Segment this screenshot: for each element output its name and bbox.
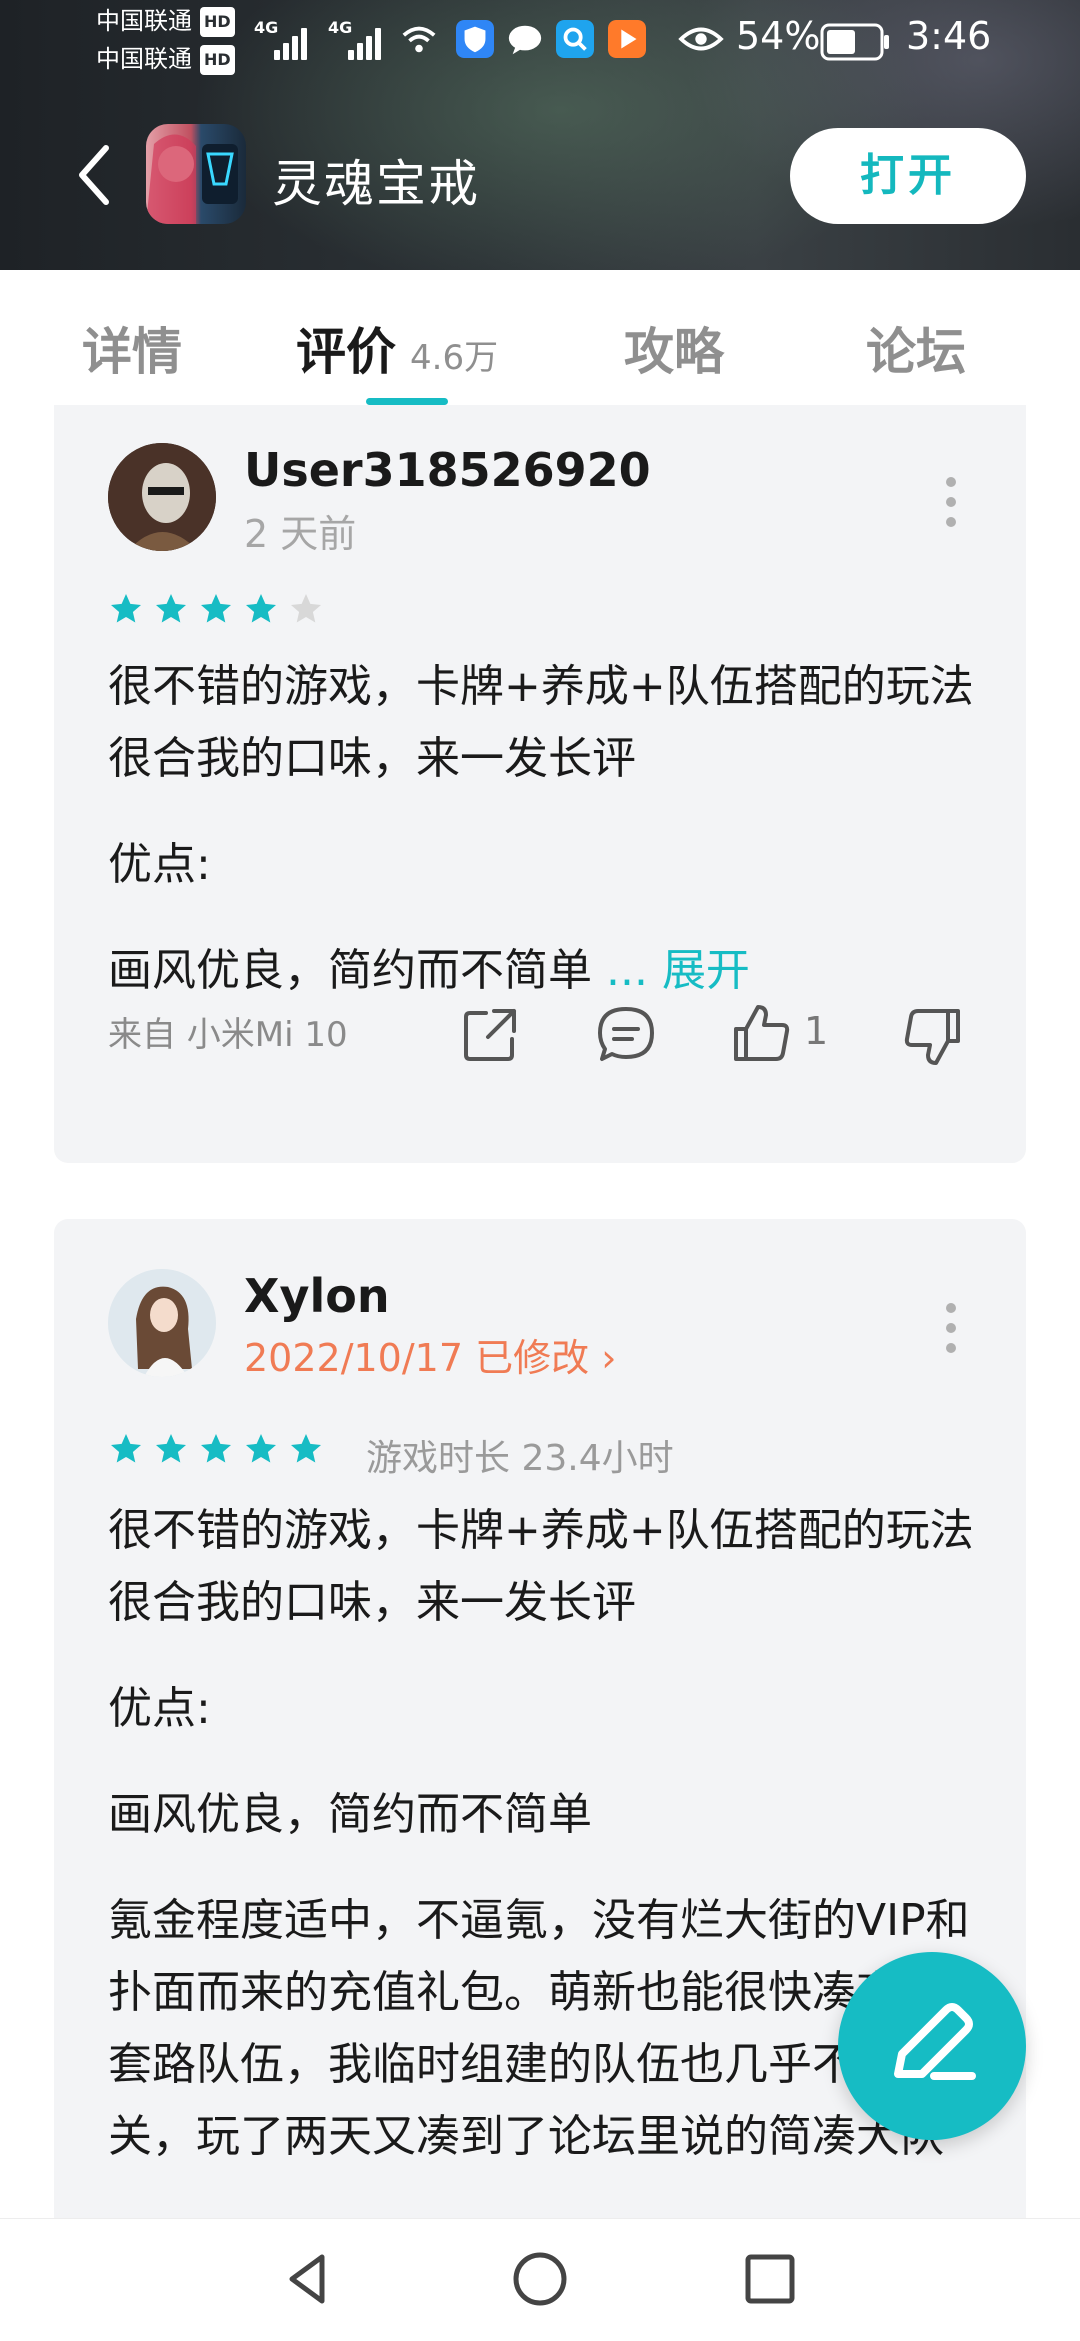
clock: 3:46 (906, 14, 992, 58)
share-icon[interactable] (458, 1003, 522, 1067)
review-paragraph: 优点: (108, 839, 211, 890)
app-icon (146, 124, 246, 224)
star-filled-icon (246, 594, 276, 623)
edit-pen-icon (894, 2003, 976, 2080)
comment-icon[interactable] (594, 1003, 658, 1067)
app-title: 灵魂宝戒 (272, 155, 480, 213)
star-filled-icon (201, 594, 231, 623)
review-date: 2 天前 (244, 512, 357, 556)
playtime: 游戏时长 23.4小时 (366, 1438, 674, 1479)
star-filled-icon (156, 1434, 186, 1463)
home-circle-icon[interactable] (508, 2247, 572, 2311)
review-paragraph: 很不错的游戏，卡牌+养成+队伍搭配的玩法很合我的口味，来一发长评 (108, 661, 974, 784)
star-filled-icon (201, 1434, 231, 1463)
app-header: 中国联通 HD 中国联通 HD 4G 4G 54% 3:46 灵魂宝戒 打开 (0, 0, 1080, 270)
review-count: 4.6万 (410, 338, 499, 378)
review-username[interactable]: User318526920 (244, 443, 651, 497)
status-bar: 中国联通 HD 中国联通 HD 4G 4G 54% 3:46 (96, 6, 992, 75)
search-app-icon (556, 20, 594, 58)
tab-bar: 详情 评价 4.6万 攻略 论坛 (0, 270, 1080, 405)
star-filled-icon (246, 1434, 276, 1463)
back-arrow-icon[interactable] (70, 140, 120, 210)
star-filled-icon (111, 594, 141, 623)
chat-icon (508, 25, 542, 55)
review-paragraph: 很不错的游戏，卡牌+养成+队伍搭配的玩法很合我的口味，来一发长评 (108, 1505, 974, 1628)
expand-link[interactable]: 展开 (662, 945, 750, 996)
review-paragraph: 优点: (108, 1683, 211, 1734)
review-username[interactable]: Xylon (244, 1269, 390, 1323)
tab-guides[interactable]: 攻略 (624, 312, 724, 384)
open-app-button[interactable]: 打开 (790, 128, 1026, 224)
review-paragraph: 画风优良，简约而不简单 (108, 945, 592, 996)
eye-icon (678, 27, 724, 51)
rating-stars (108, 1431, 333, 1471)
expand-ellipsis: ... (592, 945, 662, 996)
video-app-icon (608, 20, 646, 58)
thumbs-down-icon[interactable] (900, 1005, 964, 1069)
chevron-right-icon: › (601, 1336, 617, 1380)
system-nav-bar (0, 2218, 1080, 2341)
like-count: 1 (804, 1009, 829, 1053)
more-options-icon[interactable] (946, 1303, 956, 1353)
write-review-button[interactable] (838, 1952, 1026, 2140)
review-card: User318526920 2 天前 很不错的游戏，卡牌+养成+队伍搭配的玩法很… (54, 405, 1026, 1163)
tab-details[interactable]: 详情 (82, 312, 182, 384)
carrier-2: 中国联通 HD (96, 44, 235, 75)
thumbs-up-icon[interactable] (730, 1001, 794, 1065)
review-body[interactable]: 很不错的游戏，卡牌+养成+队伍搭配的玩法很合我的口味，来一发长评 优点: 画风优… (108, 651, 988, 1007)
battery-icon (820, 23, 889, 61)
star-empty-icon (291, 594, 321, 623)
avatar[interactable] (108, 443, 216, 551)
avatar[interactable] (108, 1269, 216, 1377)
star-filled-icon (156, 594, 186, 623)
tab-forum[interactable]: 论坛 (866, 312, 966, 384)
rating-stars (108, 591, 333, 631)
device-info: 来自 小米Mi 10 (108, 1015, 348, 1055)
more-options-icon[interactable] (946, 477, 956, 527)
back-triangle-icon[interactable] (278, 2247, 342, 2311)
battery-percent: 54% (736, 14, 821, 58)
star-filled-icon (111, 1434, 141, 1463)
active-tab-indicator (366, 398, 448, 405)
shield-icon (456, 20, 494, 58)
carrier-1: 中国联通 HD (96, 6, 235, 37)
wifi-icon (402, 26, 436, 53)
review-date-modified[interactable]: 2022/10/17 已修改 › (244, 1327, 616, 1382)
tab-reviews[interactable]: 评价 4.6万 (296, 312, 498, 384)
star-filled-icon (291, 1434, 321, 1463)
recents-square-icon[interactable] (738, 2247, 802, 2311)
review-paragraph: 画风优良，简约而不简单 (108, 1789, 592, 1840)
